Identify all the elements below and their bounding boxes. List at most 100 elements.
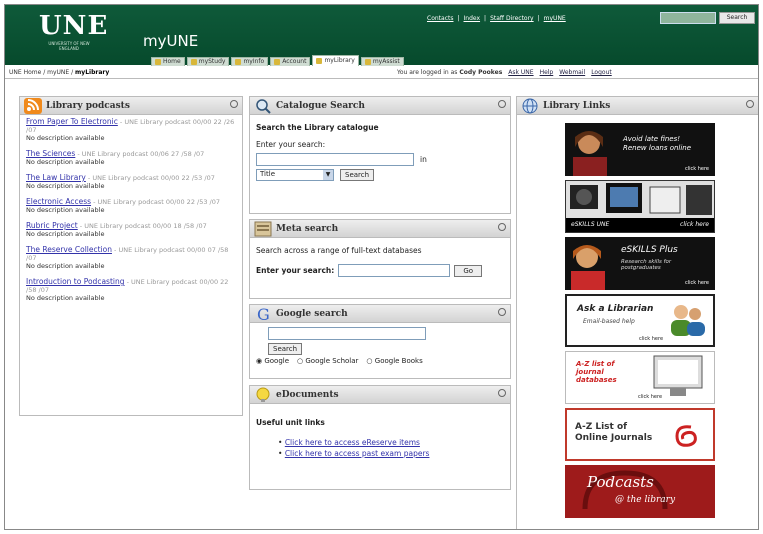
ereserve-link[interactable]: Click here to access eReserve items	[285, 438, 420, 447]
panel-header: Meta search	[250, 220, 510, 238]
assist-icon	[364, 59, 371, 65]
tab-myassist[interactable]: myAssist	[360, 57, 404, 66]
magnify-icon[interactable]	[498, 223, 506, 231]
podcast-link[interactable]: Electronic Access	[26, 197, 91, 206]
panel-header: eDocuments	[250, 386, 510, 404]
site-search-button[interactable]: Search	[719, 12, 755, 24]
google-search-button[interactable]: Search	[268, 343, 303, 355]
ask-a-librarian-banner[interactable]: Ask a Librarian Email-based help click h…	[565, 294, 715, 347]
catalogue-search-button[interactable]: Search	[340, 169, 375, 181]
une-logo[interactable]: UNE	[39, 11, 108, 41]
tab-label: myStudy	[198, 58, 226, 65]
podcast-link[interactable]: The Law Library	[26, 173, 86, 182]
tab-label: myLibrary	[324, 57, 355, 64]
eskills-plus-banner[interactable]: eSKILLS Plus Research skills for postgra…	[565, 237, 715, 290]
list-item: Introduction to Podcasting - UNE Library…	[26, 277, 229, 303]
podcasts-library-banner[interactable]: Podcasts @ the library	[565, 465, 715, 518]
panel-header: Library Links	[517, 97, 758, 115]
radio-google-scholar[interactable]: ○ Google Scholar	[297, 357, 358, 365]
catalogue-search-input[interactable]	[256, 153, 414, 166]
podcast-link[interactable]: Rubric Project	[26, 221, 78, 230]
catalogue-heading: Search the Library catalogue	[256, 123, 379, 132]
tab-home[interactable]: Home	[151, 57, 185, 66]
meta-search-icon	[254, 221, 272, 237]
top-link-staff-directory[interactable]: Staff Directory	[490, 15, 534, 22]
enter-search-label: Enter your search:	[256, 266, 335, 275]
google-search-input[interactable]	[268, 327, 426, 340]
renew-loans-banner[interactable]: Avoid late fines! Renew loans online cli…	[565, 123, 715, 176]
panel-header: G Google search	[250, 305, 510, 323]
breadcrumb: UNE Home / myUNE / myLibrary	[9, 69, 109, 76]
podcast-link[interactable]: From Paper To Electronic	[26, 117, 118, 126]
top-link-index[interactable]: Index	[464, 15, 481, 22]
tile-text: @ the library	[615, 495, 676, 505]
top-links: Contacts | Index | Staff Directory | myUNE	[427, 15, 566, 22]
search-field-select[interactable]: Title ▼	[256, 169, 334, 181]
meta-search-description: Search across a range of full-text datab…	[256, 246, 422, 255]
webmail-link[interactable]: Webmail	[559, 69, 585, 76]
library-links-panel: Library Links Avoid late fines! Renew lo…	[516, 96, 758, 529]
click-here-label: click here	[684, 166, 709, 172]
tab-mystudy[interactable]: myStudy	[186, 57, 230, 66]
list-item: • Click here to access eReserve items	[278, 438, 420, 447]
tab-label: Account	[282, 58, 307, 65]
radio-google[interactable]: ◉ Google	[256, 357, 289, 365]
meta-search-body: Search across a range of full-text datab…	[250, 238, 510, 285]
study-icon	[190, 59, 197, 65]
magnify-icon[interactable]	[746, 100, 754, 108]
user-links: You are logged in as Cody Pookes Ask UNE…	[397, 69, 612, 76]
podcast-link[interactable]: The Sciences	[26, 149, 75, 158]
tab-account[interactable]: Account	[270, 57, 311, 66]
top-link-contacts[interactable]: Contacts	[427, 15, 453, 22]
meta-search-input[interactable]	[338, 264, 451, 277]
help-link[interactable]: Help	[540, 69, 554, 76]
magnify-icon[interactable]	[498, 308, 506, 316]
main-tabs: Home myStudy myInfo Account myLibrary my…	[151, 55, 404, 66]
magnifier-icon	[256, 99, 271, 114]
exam-papers-link[interactable]: Click here to access past exam papers	[285, 449, 430, 458]
panel-title: Meta search	[276, 224, 339, 234]
tile-text: journal	[576, 368, 604, 376]
account-icon	[274, 59, 281, 65]
svg-text:G: G	[257, 306, 270, 322]
student-photo-icon	[571, 245, 605, 290]
site-header: UNE UNIVERSITY OF NEW ENGLAND myUNE Cont…	[5, 5, 758, 66]
globe-icon	[522, 98, 538, 114]
swirl-logo-icon	[675, 425, 697, 447]
magnify-icon[interactable]	[230, 100, 238, 108]
list-item: Rubric Project - UNE Library podcast 00/…	[26, 221, 207, 239]
panel-title: Catalogue Search	[276, 101, 365, 111]
magnify-icon[interactable]	[498, 389, 506, 397]
top-link-myune[interactable]: myUNE	[544, 15, 566, 22]
go-button[interactable]: Go	[454, 264, 483, 277]
online-journals-banner[interactable]: A-Z List of Online Journals	[565, 408, 715, 461]
eskills-une-banner[interactable]: eSKILLS UNE click here	[565, 180, 715, 233]
podcast-link[interactable]: The Reserve Collection	[26, 245, 112, 254]
logged-in-text: You are logged in as Cody Pookes	[397, 69, 503, 76]
podcast-link[interactable]: Introduction to Podcasting	[26, 277, 125, 286]
list-item: The Sciences - UNE Library podcast 00/06…	[26, 149, 205, 167]
tab-mylibrary[interactable]: myLibrary	[312, 55, 359, 66]
list-item: From Paper To Electronic - UNE Library p…	[26, 117, 235, 143]
tile-title: Ask a Librarian	[577, 304, 654, 314]
site-search-input[interactable]	[660, 12, 716, 24]
breadcrumb-current: myLibrary	[75, 69, 110, 76]
library-icon	[316, 58, 323, 64]
logout-link[interactable]: Logout	[591, 69, 612, 76]
panel-header: Catalogue Search	[250, 97, 510, 115]
google-search-body: Search ◉ Google ○ Google Scholar ○ Googl…	[250, 323, 510, 369]
ask-une-link[interactable]: Ask UNE	[508, 69, 533, 76]
tab-myinfo[interactable]: myInfo	[231, 57, 269, 66]
user-name: Cody Pookes	[459, 69, 503, 76]
breadcrumb-path[interactable]: UNE Home / myUNE /	[9, 69, 75, 76]
radio-google-books[interactable]: ○ Google Books	[366, 357, 422, 365]
journal-databases-banner[interactable]: A-Z list of journal databases click here	[565, 351, 715, 404]
podcast-list: From Paper To Electronic - UNE Library p…	[20, 115, 242, 313]
tile-text: A-Z List of	[575, 422, 628, 432]
panel-title: Google search	[276, 309, 348, 319]
enter-search-label: Enter your search:	[256, 140, 326, 149]
magnify-icon[interactable]	[498, 100, 506, 108]
tile-title: Podcasts	[587, 473, 654, 491]
tile-text: Avoid late fines!	[623, 135, 681, 143]
podcasts-panel: Library podcasts From Paper To Electroni…	[19, 96, 243, 416]
